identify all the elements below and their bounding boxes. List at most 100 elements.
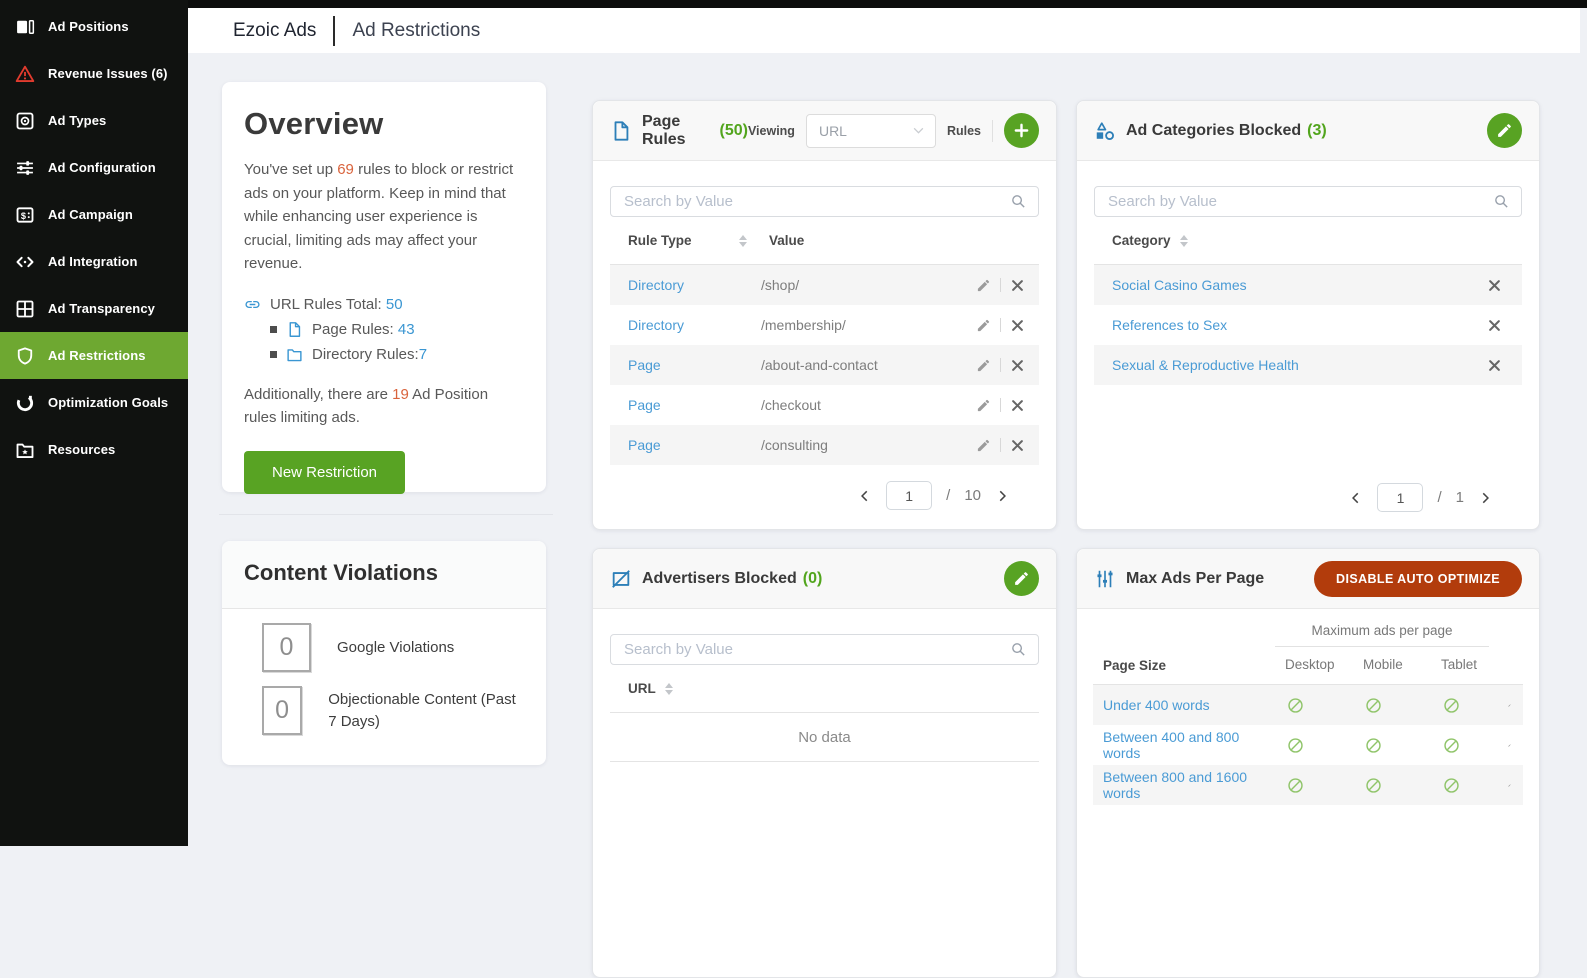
sidebar-item-label: Optimization Goals: [48, 395, 168, 410]
search-input[interactable]: [611, 187, 1038, 216]
edit-icon[interactable]: [1508, 698, 1523, 713]
edit-icon[interactable]: [976, 318, 991, 333]
sort-icon[interactable]: [739, 235, 747, 247]
ad-categories-search: [1094, 186, 1522, 217]
folder-icon: [286, 346, 303, 363]
edit-icon[interactable]: [976, 278, 991, 293]
column-header-rule-type[interactable]: Rule Type: [610, 233, 730, 248]
bullet-square-icon: [270, 351, 277, 358]
google-violations-stat: 0 Google Violations: [262, 623, 524, 672]
sidebar-item-ad-campaign[interactable]: Ad Campaign: [0, 191, 188, 238]
page-title: Ad Restrictions: [352, 20, 480, 42]
column-header-url[interactable]: URL: [610, 681, 656, 696]
category-link[interactable]: Sexual & Reproductive Health: [1112, 357, 1299, 373]
edit-icon[interactable]: [1508, 738, 1523, 753]
sidebar-item-revenue-issues[interactable]: Revenue Issues (6): [0, 50, 188, 97]
sort-icon[interactable]: [1180, 235, 1188, 247]
search-icon: [1010, 641, 1027, 658]
column-header-value: Value: [769, 233, 804, 248]
disable-auto-optimize-button[interactable]: DISABLE AUTO OPTIMIZE: [1314, 561, 1522, 597]
delete-icon[interactable]: [1487, 318, 1502, 333]
content-violations-header: Content Violations: [222, 541, 546, 609]
rule-value: /shop/: [761, 277, 976, 293]
table-row: Directory /membership/: [610, 305, 1039, 345]
rule-type-link[interactable]: Directory: [628, 277, 684, 293]
rule-type-link[interactable]: Page: [628, 437, 661, 453]
auto-optimize-icon: [1365, 697, 1382, 714]
sidebar-item-resources[interactable]: Resources: [0, 426, 188, 473]
shapes-icon: [1094, 120, 1116, 142]
search-input[interactable]: [611, 635, 1038, 664]
edit-categories-button[interactable]: [1487, 113, 1522, 148]
sliders-icon: [1094, 568, 1116, 590]
auto-optimize-icon: [1287, 777, 1304, 794]
prev-page-icon[interactable]: [858, 489, 872, 503]
new-restriction-button[interactable]: New Restriction: [244, 451, 405, 494]
page-number-input[interactable]: [1377, 483, 1423, 512]
column-header-mobile: Mobile: [1349, 647, 1427, 684]
ad-configuration-icon: [15, 158, 35, 178]
page-rules-row: Page Rules: 43: [270, 317, 524, 342]
table-row: Sexual & Reproductive Health: [1094, 345, 1522, 385]
delete-icon[interactable]: [1010, 438, 1025, 453]
pagination-separator: /: [946, 487, 950, 504]
edit-icon[interactable]: [976, 398, 991, 413]
sidebar-item-ad-transparency[interactable]: Ad Transparency: [0, 285, 188, 332]
sort-icon[interactable]: [665, 683, 673, 695]
rule-type-link[interactable]: Directory: [628, 317, 684, 333]
delete-icon[interactable]: [1010, 398, 1025, 413]
objectionable-content-stat: 0 Objectionable Content (Past 7 Days): [262, 686, 524, 735]
sidebar-item-ad-types[interactable]: Ad Types: [0, 97, 188, 144]
breadcrumb-brand[interactable]: Ezoic Ads: [233, 20, 316, 42]
page-size-link[interactable]: Under 400 words: [1093, 697, 1271, 713]
category-link[interactable]: References to Sex: [1112, 317, 1227, 333]
total-pages: 10: [964, 487, 981, 504]
add-rule-button[interactable]: [1004, 113, 1039, 148]
url-rules-total-row: URL Rules Total: 50: [244, 292, 524, 317]
overview-title: Overview: [244, 106, 524, 142]
sidebar-item-ad-integration[interactable]: Ad Integration: [0, 238, 188, 285]
delete-icon[interactable]: [1487, 358, 1502, 373]
delete-icon[interactable]: [1487, 278, 1502, 293]
edit-icon[interactable]: [976, 438, 991, 453]
viewing-select[interactable]: URL: [806, 114, 936, 148]
page-number-input[interactable]: [886, 481, 932, 510]
column-header-category[interactable]: Category: [1094, 233, 1171, 248]
file-icon: [610, 120, 632, 142]
prev-page-icon[interactable]: [1349, 491, 1363, 505]
edit-icon[interactable]: [976, 358, 991, 373]
sidebar-item-ad-restrictions[interactable]: Ad Restrictions: [0, 332, 188, 379]
sidebar-item-label: Ad Configuration: [48, 160, 156, 175]
page-rules-count: (50): [719, 122, 747, 140]
rule-type-link[interactable]: Page: [628, 357, 661, 373]
table-row: Page /consulting: [610, 425, 1039, 465]
next-page-icon[interactable]: [1478, 491, 1492, 505]
delete-icon[interactable]: [1010, 318, 1025, 333]
page-header: Ezoic Ads Ad Restrictions: [188, 8, 1580, 53]
next-page-icon[interactable]: [995, 489, 1009, 503]
content-violations-panel: Content Violations 0 Google Violations 0…: [222, 541, 546, 765]
table-row: Between 800 and 1600 words: [1093, 765, 1523, 805]
auto-optimize-icon: [1443, 777, 1460, 794]
max-ads-panel: Max Ads Per Page DISABLE AUTO OPTIMIZE M…: [1076, 548, 1540, 978]
left-column-divider: [219, 514, 553, 515]
rule-type-link[interactable]: Page: [628, 397, 661, 413]
search-input[interactable]: [1095, 187, 1521, 216]
page-size-link[interactable]: Between 400 and 800 words: [1093, 729, 1271, 761]
sidebar-item-optimization-goals[interactable]: Optimization Goals: [0, 379, 188, 426]
rules-total-warn: 69: [337, 161, 354, 178]
delete-icon[interactable]: [1010, 278, 1025, 293]
category-link[interactable]: Social Casino Games: [1112, 277, 1247, 293]
advertisers-blocked-title: Advertisers Blocked: [642, 570, 797, 588]
pencil-icon: [1013, 570, 1030, 587]
edit-advertisers-button[interactable]: [1004, 561, 1039, 596]
sidebar-item-ad-configuration[interactable]: Ad Configuration: [0, 144, 188, 191]
sidebar-item-label: Ad Restrictions: [48, 348, 146, 363]
sidebar-item-ad-positions[interactable]: Ad Positions: [0, 3, 188, 50]
delete-icon[interactable]: [1010, 358, 1025, 373]
page-size-link[interactable]: Between 800 and 1600 words: [1093, 769, 1271, 801]
edit-icon[interactable]: [1508, 778, 1523, 793]
ad-types-icon: [15, 111, 35, 131]
plus-icon: [1013, 122, 1030, 139]
table-row: Page /checkout: [610, 385, 1039, 425]
